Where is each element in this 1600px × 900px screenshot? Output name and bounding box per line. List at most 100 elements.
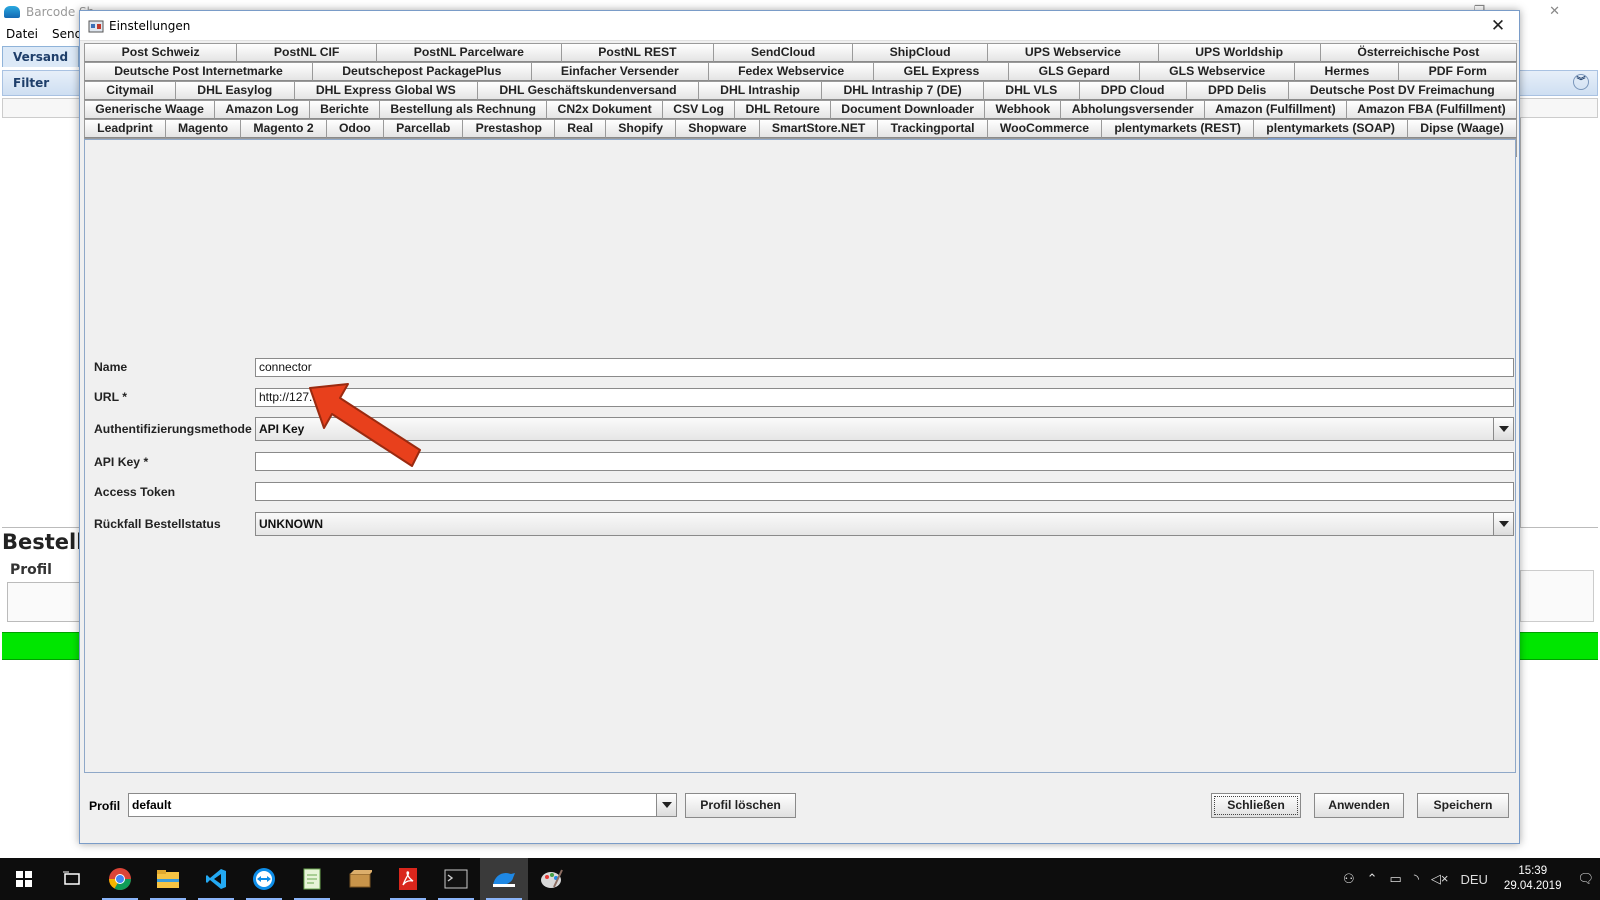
tab-postnl-parcelware[interactable]: PostNL Parcelware bbox=[376, 43, 562, 62]
tab-österreichische-post[interactable]: Österreichische Post bbox=[1319, 43, 1517, 62]
access-token-label: Access Token bbox=[94, 485, 176, 499]
menu-datei[interactable]: Datei bbox=[6, 27, 38, 41]
tab-dhl-geschäftskundenversand[interactable]: DHL Geschäftskundenversand bbox=[477, 81, 699, 100]
volume-muted-icon[interactable]: ◁× bbox=[1431, 871, 1449, 887]
tab-plentymarkets-rest[interactable]: plentymarkets (REST) bbox=[1101, 119, 1255, 138]
tab-trackingportal[interactable]: Trackingportal bbox=[877, 119, 988, 138]
api-key-field[interactable] bbox=[255, 452, 1514, 471]
tab-abholungsversender[interactable]: Abholungsversender bbox=[1060, 100, 1205, 119]
chevron-down-icon[interactable] bbox=[1493, 418, 1513, 440]
tab-dhl-intraship[interactable]: DHL Intraship bbox=[697, 81, 823, 100]
tab-dhl-easylog[interactable]: DHL Easylog bbox=[175, 81, 295, 100]
tab-gls-gepard[interactable]: GLS Gepard bbox=[1008, 62, 1140, 81]
tab-prestashop[interactable]: Prestashop bbox=[462, 119, 556, 138]
tab-dpd-cloud[interactable]: DPD Cloud bbox=[1078, 81, 1187, 100]
chevron-down-icon[interactable] bbox=[656, 794, 676, 816]
tab-amazon-log[interactable]: Amazon Log bbox=[214, 100, 310, 119]
tab-postnl-rest[interactable]: PostNL REST bbox=[560, 43, 715, 62]
tab-woocommerce[interactable]: WooCommerce bbox=[986, 119, 1103, 138]
tab-odoo[interactable]: Odoo bbox=[325, 119, 384, 138]
tab-cn2x-dokument[interactable]: CN2x Dokument bbox=[546, 100, 663, 119]
terminal-icon[interactable] bbox=[432, 858, 480, 900]
profil-select[interactable]: default bbox=[128, 793, 677, 817]
tab-amazon-fba-fulfillment[interactable]: Amazon FBA (Fulfillment) bbox=[1345, 100, 1517, 119]
url-field[interactable]: http://127.0 bbox=[255, 388, 1514, 407]
tab-generische-waage[interactable]: Generische Waage bbox=[84, 100, 216, 119]
apply-button[interactable]: Anwenden bbox=[1314, 793, 1404, 818]
tab-deutsche-post-dv-freimachung[interactable]: Deutsche Post DV Freimachung bbox=[1287, 81, 1518, 100]
battery-icon[interactable]: ▭ bbox=[1390, 871, 1402, 887]
start-icon[interactable] bbox=[0, 858, 48, 900]
auth-method-label: Authentifizierungsmethode bbox=[94, 422, 252, 436]
tab-shipcloud[interactable]: ShipCloud bbox=[851, 43, 989, 62]
tab-amazon-fulfillment[interactable]: Amazon (Fulfillment) bbox=[1203, 100, 1347, 119]
tab-dhl-retoure[interactable]: DHL Retoure bbox=[734, 100, 832, 119]
tab-shopware[interactable]: Shopware bbox=[675, 119, 760, 138]
acrobat-icon[interactable] bbox=[384, 858, 432, 900]
chevron-up-icon[interactable]: ⌃ bbox=[1367, 871, 1378, 887]
tab-sendcloud[interactable]: SendCloud bbox=[713, 43, 853, 62]
barcode-shipping-icon[interactable] bbox=[480, 858, 528, 900]
chevron-down-icon[interactable] bbox=[1493, 513, 1513, 535]
tab-berichte[interactable]: Berichte bbox=[308, 100, 381, 119]
tab-bestellung-als-rechnung[interactable]: Bestellung als Rechnung bbox=[379, 100, 548, 119]
clock[interactable]: 15:39 29.04.2019 bbox=[1504, 864, 1562, 894]
tab-post-schweiz[interactable]: Post Schweiz bbox=[84, 43, 238, 62]
fallback-status-value: UNKNOWN bbox=[259, 517, 323, 531]
close-button[interactable]: Schließen bbox=[1211, 793, 1301, 818]
tab-magento[interactable]: Magento bbox=[164, 119, 242, 138]
tab-einfacher-versender[interactable]: Einfacher Versender bbox=[530, 62, 709, 81]
tab-fedex-webservice[interactable]: Fedex Webservice bbox=[707, 62, 875, 81]
people-icon[interactable]: ⚇ bbox=[1343, 871, 1355, 887]
tab-citymail[interactable]: Citymail bbox=[84, 81, 176, 100]
access-token-field[interactable] bbox=[255, 482, 1514, 501]
tab-dpd-delis[interactable]: DPD Delis bbox=[1185, 81, 1289, 100]
url-label: URL * bbox=[94, 390, 127, 404]
name-label: Name bbox=[94, 360, 128, 374]
tab-document-downloader[interactable]: Document Downloader bbox=[830, 100, 986, 119]
menu-send[interactable]: Send bbox=[52, 27, 82, 41]
tab-postnl-cif[interactable]: PostNL CIF bbox=[236, 43, 378, 62]
save-button[interactable]: Speichern bbox=[1417, 793, 1509, 818]
task-view-icon[interactable] bbox=[48, 858, 96, 900]
expand-icon[interactable]: ︾ bbox=[1573, 74, 1589, 90]
language-indicator[interactable]: DEU bbox=[1460, 872, 1487, 887]
tab-smartstore-net[interactable]: SmartStore.NET bbox=[758, 119, 879, 138]
auth-method-value: API Key bbox=[259, 422, 305, 436]
tab-ups-worldship[interactable]: UPS Worldship bbox=[1157, 43, 1321, 62]
auth-method-select[interactable]: API Key bbox=[255, 417, 1514, 441]
tab-dhl-express-global-ws[interactable]: DHL Express Global WS bbox=[293, 81, 479, 100]
tab-deutsche-post-internetmarke[interactable]: Deutsche Post Internetmarke bbox=[84, 62, 314, 81]
tab-gls-webservice[interactable]: GLS Webservice bbox=[1138, 62, 1296, 81]
tab-deutschepost-packageplus[interactable]: Deutschepost PackagePlus bbox=[312, 62, 532, 81]
chrome-icon[interactable] bbox=[96, 858, 144, 900]
tab-csv-log[interactable]: CSV Log bbox=[661, 100, 736, 119]
tab-real[interactable]: Real bbox=[554, 119, 607, 138]
name-field[interactable]: connector bbox=[255, 358, 1514, 377]
vscode-icon[interactable] bbox=[192, 858, 240, 900]
tab-hermes[interactable]: Hermes bbox=[1294, 62, 1400, 81]
notifications-icon[interactable]: 🗨 bbox=[1577, 871, 1594, 887]
paint-icon[interactable] bbox=[528, 858, 576, 900]
tab-dhl-intraship-7-de[interactable]: DHL Intraship 7 (DE) bbox=[821, 81, 985, 100]
tab-gel-express[interactable]: GEL Express bbox=[873, 62, 1010, 81]
tab-shopify[interactable]: Shopify bbox=[605, 119, 677, 138]
tab-dipse-waage[interactable]: Dipse (Waage) bbox=[1407, 119, 1517, 138]
tab-versand[interactable]: Versand bbox=[2, 46, 80, 67]
tab-leadprint[interactable]: Leadprint bbox=[84, 119, 166, 138]
wifi-icon[interactable]: ◝ bbox=[1414, 871, 1419, 887]
tab-ups-webservice[interactable]: UPS Webservice bbox=[987, 43, 1159, 62]
tab-magento-2[interactable]: Magento 2 bbox=[240, 119, 327, 138]
tab-dhl-vls[interactable]: DHL VLS bbox=[983, 81, 1080, 100]
close-icon[interactable]: ✕ bbox=[1485, 15, 1511, 37]
delete-profile-button[interactable]: Profil löschen bbox=[685, 793, 796, 818]
package-icon[interactable] bbox=[336, 858, 384, 900]
fallback-status-select[interactable]: UNKNOWN bbox=[255, 512, 1514, 536]
tab-plentymarkets-soap[interactable]: plentymarkets (SOAP) bbox=[1253, 119, 1409, 138]
tab-webhook[interactable]: Webhook bbox=[984, 100, 1062, 119]
file-explorer-icon[interactable] bbox=[144, 858, 192, 900]
tab-parcellab[interactable]: Parcellab bbox=[382, 119, 464, 138]
tab-pdf-form[interactable]: PDF Form bbox=[1398, 62, 1518, 81]
notepad-icon[interactable] bbox=[288, 858, 336, 900]
teamviewer-icon[interactable] bbox=[240, 858, 288, 900]
